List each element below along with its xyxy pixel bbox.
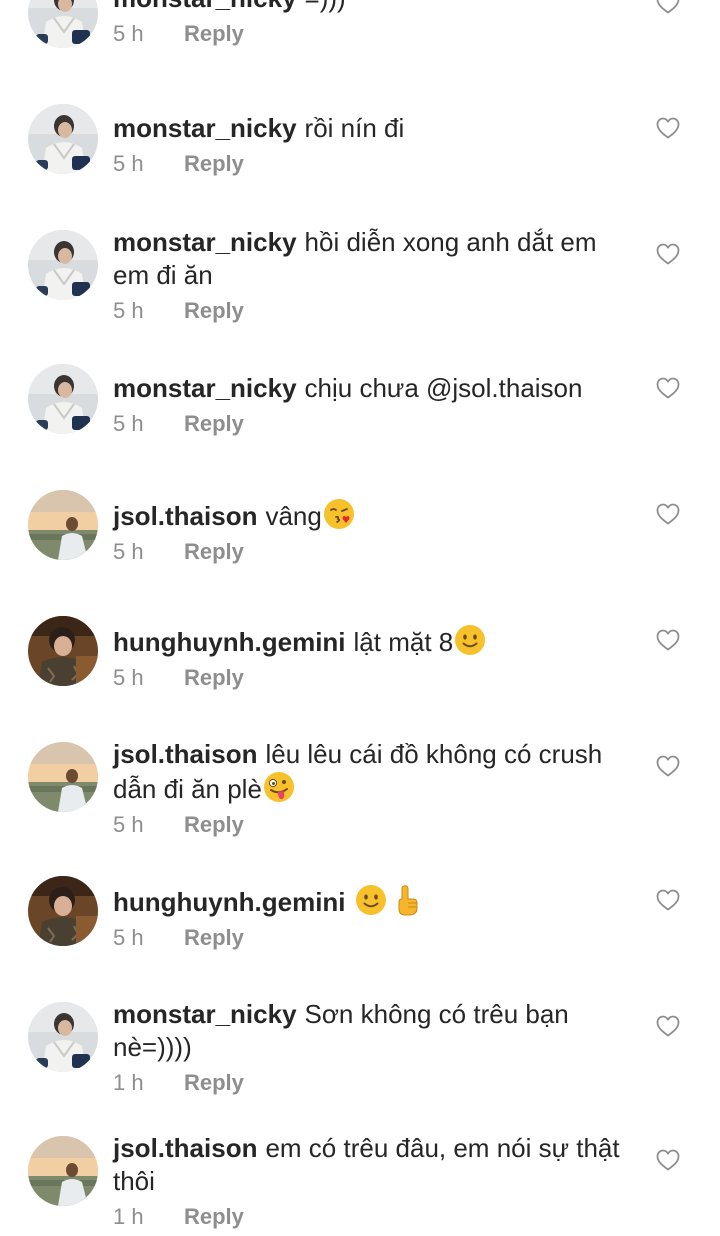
zany-face-emoji — [263, 771, 295, 803]
avatar[interactable] — [28, 0, 98, 48]
heart-outline-icon[interactable] — [656, 629, 680, 651]
reply-button[interactable]: Reply — [184, 812, 244, 837]
comment-body: monstar_nicky =))) 5 h Reply — [113, 0, 628, 49]
comment-body: monstar_nicky hồi diễn xong anh dắt em em… — [113, 226, 628, 326]
face-blowing-kiss-emoji — [323, 498, 355, 530]
comment-time: 5 h — [113, 812, 144, 837]
comment-username[interactable]: hunghuynh.gemini — [113, 887, 346, 917]
comment-meta: 5 h Reply — [113, 923, 628, 953]
comment-username[interactable]: jsol.thaison — [113, 501, 257, 531]
comment-message: vâng — [265, 501, 322, 531]
reply-button[interactable]: Reply — [184, 665, 244, 690]
comment-text: monstar_nicky =))) — [113, 0, 628, 15]
comment-text: monstar_nicky rồi nín đi — [113, 112, 628, 145]
comment-text: jsol.thaison em có trêu đâu, em nói sự th… — [113, 1132, 628, 1198]
comment-message: =))) — [305, 0, 346, 13]
reply-button[interactable]: Reply — [184, 1204, 244, 1229]
slightly-smiling-face-emoji — [454, 624, 486, 656]
comment-meta: 5 h Reply — [113, 409, 628, 439]
comment-text: jsol.thaison lêu lêu cái đồ không có crus… — [113, 738, 628, 806]
comment-username[interactable]: monstar_nicky — [113, 373, 297, 403]
comment-body: jsol.thaison vâng 5 h Reply — [113, 498, 628, 567]
comment-text: hunghuynh.gemini — [113, 884, 628, 919]
comment-message: chịu chưa @jsol.thaison — [304, 373, 583, 403]
comment-time: 5 h — [113, 665, 144, 690]
reply-button[interactable]: Reply — [184, 411, 244, 436]
comment-body: monstar_nicky rồi nín đi 5 h Reply — [113, 112, 628, 179]
heart-outline-icon[interactable] — [656, 243, 680, 265]
heart-outline-icon[interactable] — [656, 889, 680, 911]
avatar[interactable] — [28, 1136, 98, 1206]
comment-time: 5 h — [113, 411, 144, 436]
comment-username[interactable]: jsol.thaison — [113, 1133, 257, 1163]
comment-time: 5 h — [113, 21, 144, 46]
avatar[interactable] — [28, 490, 98, 560]
comment-time: 1 h — [113, 1070, 144, 1095]
comment-message: lật mặt 8 — [353, 627, 454, 657]
pointing-up-emoji — [391, 884, 423, 916]
reply-button[interactable]: Reply — [184, 539, 244, 564]
comment-username[interactable]: jsol.thaison — [113, 739, 257, 769]
comment-body: hunghuynh.gemini 5 h Reply — [113, 884, 628, 953]
comment-time: 5 h — [113, 151, 144, 176]
comment-username[interactable]: monstar_nicky — [113, 0, 297, 13]
avatar[interactable] — [28, 742, 98, 812]
avatar[interactable] — [28, 230, 98, 300]
comment-meta: 1 h Reply — [113, 1068, 628, 1098]
heart-outline-icon[interactable] — [656, 755, 680, 777]
reply-button[interactable]: Reply — [184, 298, 244, 323]
comment-body: jsol.thaison em có trêu đâu, em nói sự th… — [113, 1132, 628, 1232]
reply-button[interactable]: Reply — [184, 1070, 244, 1095]
reply-button[interactable]: Reply — [184, 151, 244, 176]
comment-text: monstar_nicky hồi diễn xong anh dắt em em… — [113, 226, 628, 292]
avatar[interactable] — [28, 1002, 98, 1072]
comment-body: hunghuynh.gemini lật mặt 8 5 h Reply — [113, 624, 628, 693]
comment-username[interactable]: hunghuynh.gemini — [113, 627, 346, 657]
comment-meta: 1 h Reply — [113, 1202, 628, 1232]
comment-username[interactable]: monstar_nicky — [113, 113, 297, 143]
heart-outline-icon[interactable] — [656, 1149, 680, 1171]
heart-outline-icon[interactable] — [656, 1015, 680, 1037]
avatar[interactable] — [28, 876, 98, 946]
comment-text: monstar_nicky chịu chưa @jsol.thaison — [113, 372, 628, 405]
comment-body: jsol.thaison lêu lêu cái đồ không có crus… — [113, 738, 628, 840]
comment-text: monstar_nicky Sơn không có trêu bạn nè=))… — [113, 998, 628, 1064]
avatar[interactable] — [28, 364, 98, 434]
comment-message: rồi nín đi — [304, 113, 405, 143]
slightly-smiling-face-emoji — [355, 884, 387, 916]
heart-outline-icon[interactable] — [656, 377, 680, 399]
heart-outline-icon[interactable] — [656, 0, 680, 14]
comment-time: 5 h — [113, 925, 144, 950]
comment-meta: 5 h Reply — [113, 663, 628, 693]
comment-body: monstar_nicky Sơn không có trêu bạn nè=))… — [113, 998, 628, 1098]
comment-meta: 5 h Reply — [113, 19, 628, 49]
comment-body: monstar_nicky chịu chưa @jsol.thaison 5 h… — [113, 372, 628, 439]
comment-time: 5 h — [113, 298, 144, 323]
comment-text: hunghuynh.gemini lật mặt 8 — [113, 624, 628, 659]
heart-outline-icon[interactable] — [656, 503, 680, 525]
heart-outline-icon[interactable] — [656, 117, 680, 139]
comment-meta: 5 h Reply — [113, 296, 628, 326]
comment-meta: 5 h Reply — [113, 149, 628, 179]
comment-username[interactable]: monstar_nicky — [113, 999, 297, 1029]
comment-meta: 5 h Reply — [113, 810, 628, 840]
comment-username[interactable]: monstar_nicky — [113, 227, 297, 257]
comment-time: 5 h — [113, 539, 144, 564]
comment-meta: 5 h Reply — [113, 537, 628, 567]
comment-time: 1 h — [113, 1204, 144, 1229]
comment-text: jsol.thaison vâng — [113, 498, 628, 533]
avatar[interactable] — [28, 616, 98, 686]
reply-button[interactable]: Reply — [184, 925, 244, 950]
reply-button[interactable]: Reply — [184, 21, 244, 46]
avatar[interactable] — [28, 104, 98, 174]
